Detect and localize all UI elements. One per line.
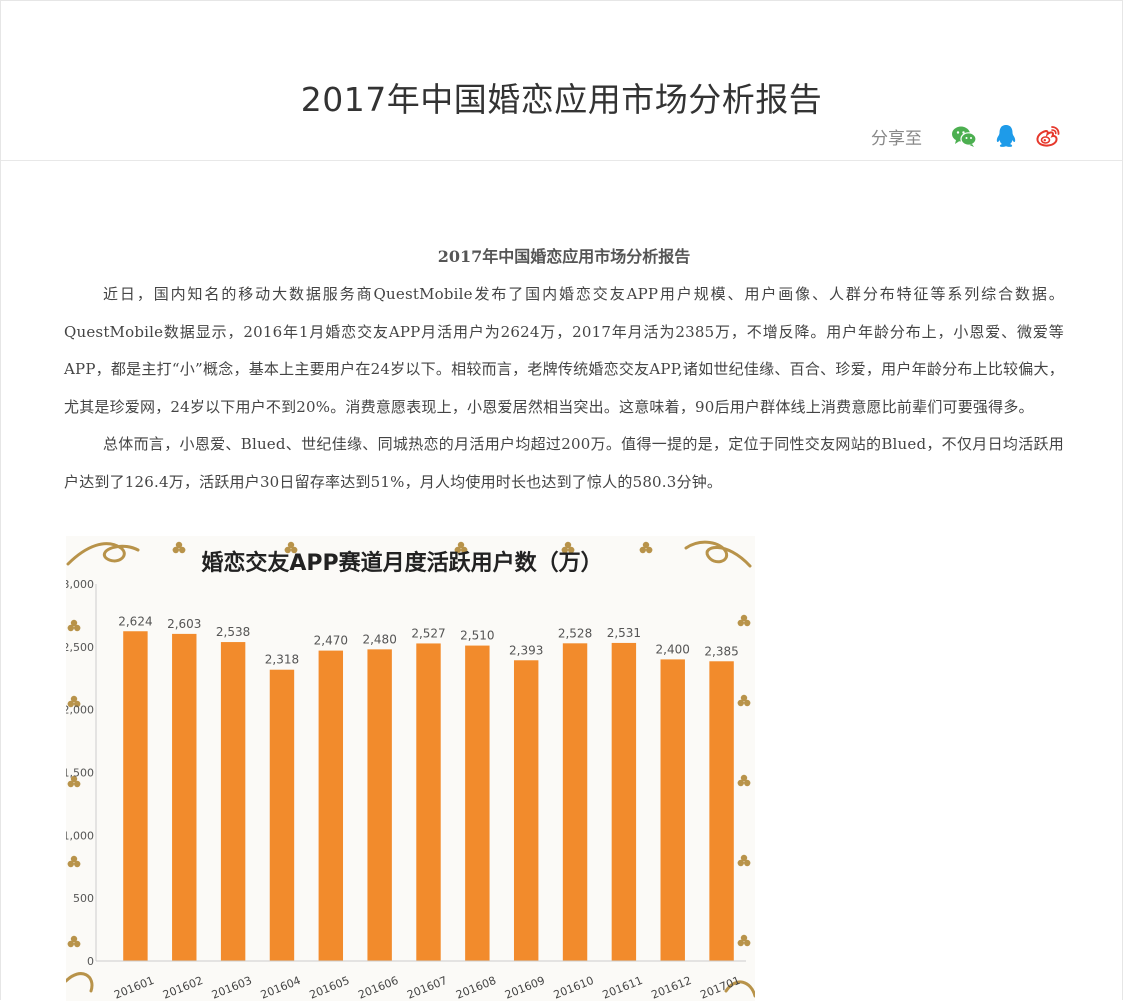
ornament-icon: [737, 934, 751, 947]
data-label: 2,510: [460, 629, 494, 643]
y-tick-label: 3,000: [66, 578, 94, 591]
x-tick-label: 201612: [650, 974, 694, 1001]
bar: [172, 633, 197, 961]
bar: [367, 649, 392, 961]
ornament-icon: [737, 694, 751, 707]
x-tick-label: 201611: [601, 974, 645, 1001]
ornament-icon: [737, 774, 751, 787]
x-tick-label: 201601: [112, 974, 156, 1001]
x-tick-label: 201607: [405, 974, 449, 1001]
data-label: 2,400: [656, 642, 690, 656]
data-label: 2,385: [704, 644, 738, 658]
data-label: 2,527: [411, 626, 445, 640]
data-label: 2,470: [314, 634, 348, 648]
bar: [611, 642, 637, 961]
bar: [513, 660, 539, 961]
ribbon-icon: [66, 542, 140, 566]
x-tick-label: 201605: [308, 974, 352, 1001]
ornament-icon: [737, 614, 751, 627]
qq-icon[interactable]: [992, 122, 1020, 150]
y-tick-label: 1,000: [66, 829, 94, 842]
ornament-icon: [172, 541, 186, 554]
data-label: 2,531: [607, 626, 641, 640]
bars: 2,624 2,603 2,538 2,318 2,470 2,480 2,527 2,510…: [118, 614, 739, 961]
bar: [318, 650, 344, 961]
wechat-icon[interactable]: [950, 122, 978, 150]
ornament-icon: [737, 854, 751, 867]
chart-image: 婚恋交友APP赛道月度活跃用户数（万） 0 500 1,000 1,500 2,000 2…: [66, 536, 755, 1001]
bar: [416, 643, 441, 961]
ornament-icon: [67, 619, 81, 632]
ornament-decorations: [66, 540, 755, 998]
y-tick-label: 2,500: [66, 641, 94, 654]
y-tick-label: 2,000: [66, 704, 94, 717]
article-paragraph-2: 总体而言，小恩爱、Blued、世纪佳缘、同城热恋的月活用户均超过200万。值得一…: [64, 435, 1064, 491]
chart-title: 婚恋交友APP赛道月度活跃用户数（万）: [201, 550, 602, 576]
data-label: 2,603: [167, 617, 201, 631]
x-tick-label: 201603: [210, 974, 254, 1001]
x-tick-label: 201604: [259, 974, 303, 1001]
bar: [660, 659, 685, 961]
share-bar: 分享至: [871, 121, 1062, 151]
data-label: 2,318: [265, 653, 299, 667]
ornament-icon: [639, 541, 653, 554]
data-label: 2,393: [509, 643, 543, 657]
ornament-icon: [67, 935, 81, 948]
bar: [220, 642, 246, 961]
data-label: 2,624: [118, 614, 152, 628]
article-title: 2017年中国婚恋应用市场分析报告: [437, 247, 691, 266]
page: 2017年中国婚恋应用市场分析报告 分享至 2017年中国婚恋应用市场分析报告 …: [0, 0, 1123, 1001]
data-label: 2,538: [216, 625, 250, 639]
x-tick-label: 201602: [161, 974, 205, 1001]
y-tick-label: 1,500: [66, 767, 94, 780]
page-header: 2017年中国婚恋应用市场分析报告 分享至: [1, 1, 1122, 161]
share-label: 分享至: [871, 128, 922, 149]
ornament-icon: [67, 855, 81, 868]
x-tick-label: 201701: [698, 974, 742, 1001]
x-tick-label: 201608: [454, 974, 498, 1001]
x-tick-label: 201606: [356, 974, 400, 1001]
y-axis: 0 500 1,000 1,500 2,000 2,500 3,000: [66, 578, 97, 968]
bar: [709, 661, 734, 961]
y-tick-label: 0: [87, 955, 94, 968]
bar: [465, 645, 490, 961]
page-title: 2017年中国婚恋应用市场分析报告: [300, 80, 823, 120]
article-paragraph-1: 近日，国内知名的移动大数据服务商QuestMobile发布了国内婚恋交友APP用…: [64, 285, 1064, 416]
y-tick-label: 500: [73, 892, 94, 905]
bar: [562, 643, 588, 961]
data-label: 2,480: [362, 632, 396, 646]
x-tick-label: 201609: [503, 974, 547, 1001]
ribbon-icon: [684, 540, 752, 568]
data-label: 2,528: [558, 626, 592, 640]
weibo-icon[interactable]: [1034, 122, 1062, 150]
bar: [269, 669, 295, 961]
x-tick-label: 201610: [552, 974, 596, 1001]
bar-chart: 婚恋交友APP赛道月度活跃用户数（万） 0 500 1,000 1,500 2,000 2…: [66, 540, 755, 1001]
bar: [123, 631, 148, 961]
article-body: 2017年中国婚恋应用市场分析报告 近日，国内知名的移动大数据服务商QuestM…: [64, 244, 1064, 501]
x-axis: 201601 201602 201603 201604 201605 201606 2016…: [96, 960, 746, 1001]
